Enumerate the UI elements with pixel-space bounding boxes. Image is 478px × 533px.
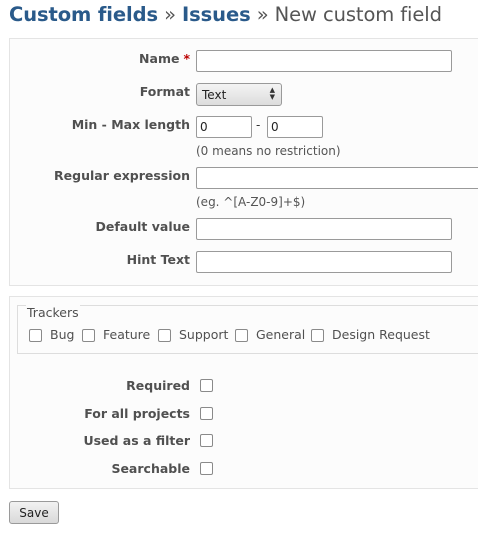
select-arrows-icon: ▲ ▼ (269, 86, 275, 101)
for-all-projects-checkbox[interactable] (200, 407, 213, 420)
format-select[interactable]: Text ▲ ▼ (196, 83, 282, 106)
custom-field-attributes-box (9, 38, 478, 286)
searchable-label: Searchable (111, 461, 190, 476)
required-marker: * (183, 51, 190, 66)
default-value-field[interactable] (196, 218, 452, 240)
tracker-support-label[interactable]: Support (179, 327, 228, 342)
regex-field[interactable] (196, 167, 478, 189)
tracker-general-label[interactable]: General (256, 327, 305, 342)
used-as-filter-label: Used as a filter (83, 433, 190, 448)
breadcrumb-separator: » (157, 3, 182, 26)
used-as-filter-checkbox[interactable] (200, 434, 213, 447)
page-title: Custom fields » Issues » New custom fiel… (9, 3, 442, 26)
min-max-length-label: Min - Max length (71, 117, 190, 132)
tracker-design-request-checkbox[interactable] (311, 329, 324, 342)
min-length-field[interactable] (196, 116, 252, 138)
for-all-projects-label: For all projects (84, 406, 190, 421)
tracker-design-request-label[interactable]: Design Request (332, 327, 430, 342)
breadcrumb-separator: » (250, 3, 275, 26)
tracker-general-checkbox[interactable] (235, 329, 248, 342)
format-label: Format (139, 84, 190, 99)
tracker-feature-label[interactable]: Feature (103, 327, 150, 342)
name-label: Name * (139, 51, 190, 66)
tracker-bug-checkbox[interactable] (29, 329, 42, 342)
breadcrumb-current: New custom field (274, 3, 442, 26)
required-label: Required (126, 378, 190, 393)
min-max-hint: (0 means no restriction) (196, 144, 341, 158)
range-dash: - (256, 118, 261, 132)
regex-label: Regular expression (54, 168, 190, 183)
tracker-support-checkbox[interactable] (158, 329, 171, 342)
trackers-legend: Trackers (26, 305, 80, 320)
hint-text-field[interactable] (196, 251, 452, 273)
name-field[interactable] (196, 50, 452, 72)
format-selected-value: Text (202, 88, 227, 102)
breadcrumb-custom-fields-link[interactable]: Custom fields (9, 3, 158, 26)
searchable-checkbox[interactable] (200, 462, 213, 475)
hint-text-label: Hint Text (126, 252, 190, 267)
breadcrumb-issues-link[interactable]: Issues (182, 3, 251, 26)
regex-hint: (eg. ^[A-Z0-9]+$) (196, 195, 306, 209)
save-button[interactable]: Save (9, 501, 59, 524)
tracker-bug-label[interactable]: Bug (50, 327, 74, 342)
tracker-feature-checkbox[interactable] (82, 329, 95, 342)
default-value-label: Default value (95, 219, 190, 234)
max-length-field[interactable] (267, 116, 323, 138)
required-checkbox[interactable] (200, 379, 213, 392)
